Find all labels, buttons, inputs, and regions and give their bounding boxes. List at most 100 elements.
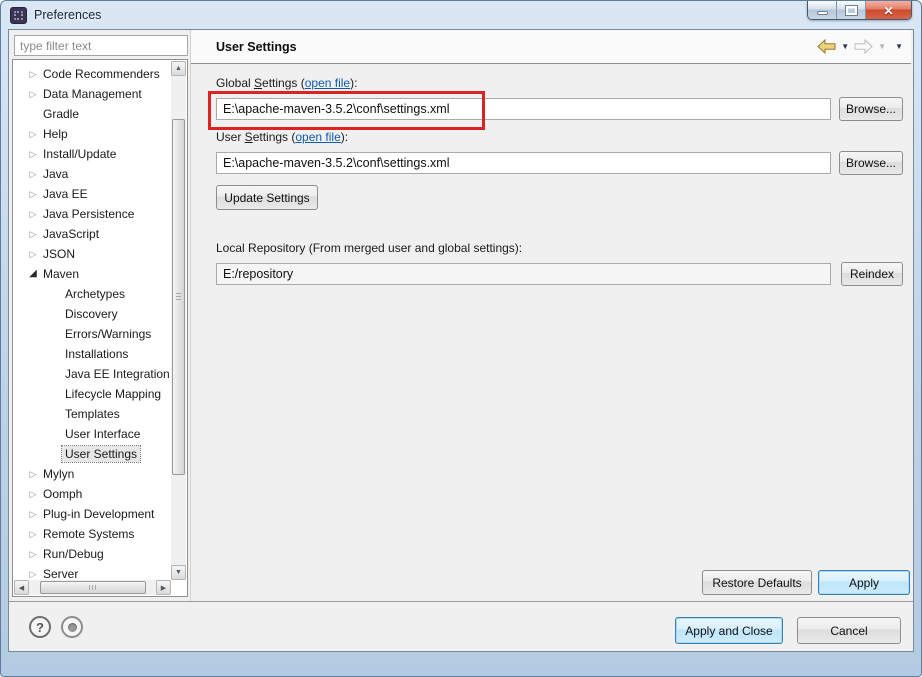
back-arrow-icon[interactable] [817,39,836,54]
tree-horizontal-scrollbar[interactable]: ◀ ▶ [14,580,171,595]
tree-item-user-interface[interactable]: User Interface [14,424,171,444]
page-title: User Settings [216,39,297,54]
expand-arrow-icon[interactable]: ▷ [26,189,40,199]
tree-item-label: Java Persistence [43,207,135,221]
tree-item-installations[interactable]: Installations [14,344,171,364]
tree-item-java[interactable]: ▷ Java [14,164,171,184]
tree-item-maven[interactable]: ◢ Maven [14,264,171,284]
expand-arrow-icon[interactable]: ▷ [26,89,40,99]
tree-item-discovery[interactable]: Discovery [14,304,171,324]
maximize-button[interactable] [837,1,866,19]
tree-item-oomph[interactable]: ▷ Oomph [14,484,171,504]
filter-input[interactable] [14,35,188,56]
expand-arrow-icon[interactable]: ▷ [26,69,40,79]
tree-item-java-ee-integration[interactable]: Java EE Integration [14,364,171,384]
minimize-button[interactable] [808,1,837,19]
minimize-icon [816,11,828,15]
apply-button[interactable]: Apply [818,570,910,595]
expand-arrow-icon[interactable]: ▷ [26,529,40,539]
tree-item-label: Code Recommenders [43,67,160,81]
update-settings-button[interactable]: Update Settings [216,185,318,210]
user-browse-button[interactable]: Browse... [839,151,903,175]
expand-arrow-icon[interactable]: ▷ [26,229,40,239]
user-open-file-link[interactable]: open file [295,130,340,144]
tree-item-java-persistence[interactable]: ▷ Java Persistence [14,204,171,224]
tree-item-archetypes[interactable]: Archetypes [14,284,171,304]
titlebar[interactable]: Preferences [1,1,921,29]
expand-arrow-icon[interactable]: ▷ [26,169,40,179]
view-menu-dropdown-icon[interactable]: ▼ [895,42,903,51]
global-settings-label-text2: ettings ( [262,76,305,90]
expand-arrow-icon[interactable]: ▷ [26,249,40,259]
expand-arrow-icon[interactable]: ▷ [26,489,40,499]
user-settings-path-field[interactable] [216,152,831,174]
forward-arrow-icon[interactable] [854,39,873,54]
horizontal-scrollbar-thumb[interactable] [40,581,146,594]
tree-item-plug-in-development[interactable]: ▷ Plug-in Development [14,504,171,524]
expand-arrow-icon[interactable]: ▷ [26,149,40,159]
global-settings-label: Global Settings (open file): [216,76,357,90]
tree-item-label: Java EE [43,187,88,201]
tree-item-code-recommenders[interactable]: ▷ Code Recommenders [14,64,171,84]
expand-arrow-icon[interactable]: ▷ [26,209,40,219]
footer-bar: ? Apply and Close Cancel [9,601,913,651]
tree-item-run-debug[interactable]: ▷ Run/Debug [14,544,171,564]
vertical-scrollbar-thumb[interactable] [172,119,185,475]
restore-defaults-button[interactable]: Restore Defaults [702,570,812,595]
preferences-window: Preferences ✕ ▷Code Recommenders▷Data Ma… [0,0,922,677]
expand-arrow-icon[interactable]: ▷ [26,549,40,559]
header-nav: ▼ ▼ ▼ [817,30,903,63]
tree-item-label: Run/Debug [43,547,104,561]
tree-item-label: Maven [43,267,80,281]
main-header: User Settings ▼ ▼ ▼ [191,30,911,64]
global-settings-mnemonic: S [254,76,263,90]
global-open-file-link[interactable]: open file [305,76,350,90]
tree-item-label: JavaScript [43,227,100,241]
user-settings-label: User Settings (open file): [216,130,348,144]
apply-and-close-button[interactable]: Apply and Close [675,617,783,644]
tree-item-install-update[interactable]: ▷ Install/Update [14,144,171,164]
tree-item-label: Lifecycle Mapping [65,387,162,401]
eclipse-preferences-icon [10,6,27,24]
global-browse-button[interactable]: Browse... [839,97,903,121]
tree-vertical-scrollbar[interactable]: ▲ ▼ [171,61,186,580]
tree-item-user-settings[interactable]: User Settings [14,444,171,464]
close-button[interactable]: ✕ [866,1,911,19]
tree-item-label: Installations [65,347,129,361]
forward-history-dropdown-icon[interactable]: ▼ [878,42,886,51]
preferences-tree: ▷ Code Recommenders ▷ Data Management Gradle… [14,61,171,580]
global-settings-path-field[interactable] [216,98,831,120]
reindex-button[interactable]: Reindex [841,262,903,286]
scroll-up-arrow-icon[interactable]: ▲ [171,61,186,76]
tree-item-data-management[interactable]: ▷ Data Management [14,84,171,104]
user-settings-label-close: ): [340,130,349,144]
scroll-right-arrow-icon[interactable]: ▶ [156,580,171,595]
tree-item-javascript[interactable]: ▷ JavaScript [14,224,171,244]
cancel-button[interactable]: Cancel [797,617,901,644]
tree-item-java-ee[interactable]: ▷ Java EE [14,184,171,204]
tree-item-gradle[interactable]: Gradle [14,104,171,124]
tree-item-templates[interactable]: Templates [14,404,171,424]
expand-arrow-icon[interactable]: ▷ [26,509,40,519]
expand-arrow-icon[interactable]: ▷ [26,469,40,479]
collapse-arrow-icon[interactable]: ◢ [26,269,40,279]
tree-item-lifecycle-mapping[interactable]: Lifecycle Mapping [14,384,171,404]
back-history-dropdown-icon[interactable]: ▼ [841,42,849,51]
tree-item-server[interactable]: ▷ Server [14,564,171,580]
scroll-down-arrow-icon[interactable]: ▼ [171,565,186,580]
tree-item-json[interactable]: ▷ JSON [14,244,171,264]
help-icon[interactable]: ? [29,616,51,638]
tree-item-mylyn[interactable]: ▷ Mylyn [14,464,171,484]
tree-item-help[interactable]: ▷ Help [14,124,171,144]
preference-recorder-icon[interactable] [61,616,83,638]
window-title: Preferences [34,8,102,22]
expand-arrow-icon[interactable]: ▷ [26,569,40,579]
expand-arrow-icon[interactable]: ▷ [26,129,40,139]
tree-item-remote-systems[interactable]: ▷ Remote Systems [14,524,171,544]
tree-item-errors-warnings[interactable]: Errors/Warnings [14,324,171,344]
tree-item-label: Remote Systems [43,527,135,541]
scroll-left-arrow-icon[interactable]: ◀ [14,580,29,595]
preferences-dialog: ▷Code Recommenders▷Data ManagementGradle… [8,29,914,652]
tree-item-label: Mylyn [43,467,75,481]
local-repository-field[interactable] [216,263,831,285]
